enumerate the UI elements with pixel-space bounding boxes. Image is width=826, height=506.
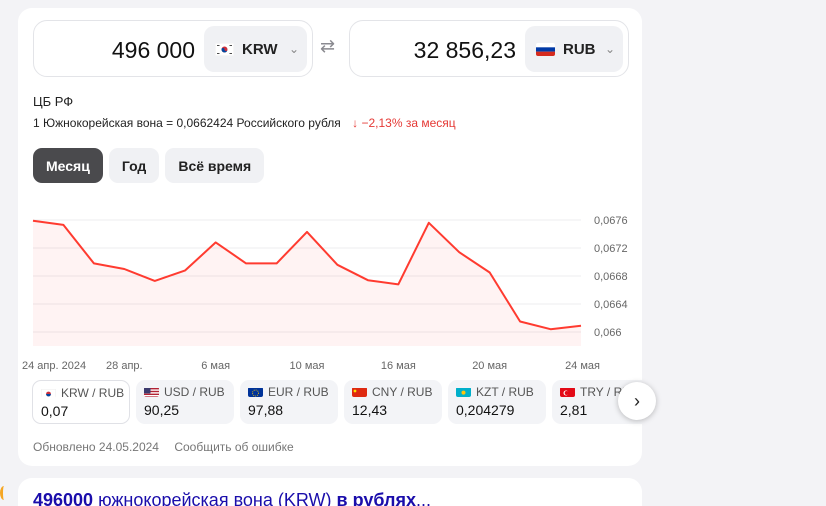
pair-label: EUR / RUB <box>268 385 329 399</box>
korea-flag-icon <box>41 388 56 398</box>
to-currency-code: RUB <box>563 40 596 58</box>
rate-source: ЦБ РФ <box>33 94 74 109</box>
pair-usd-rub[interactable]: USD / RUB 90,25 <box>136 380 234 424</box>
rate-description: 1 Южнокорейская вона = 0,0662424 Российс… <box>33 116 456 130</box>
tab-year[interactable]: Год <box>108 148 160 183</box>
y-tick-label: 0,0672 <box>594 243 628 255</box>
pair-label: KRW / RUB <box>61 386 125 400</box>
pair-value: 97,88 <box>248 402 284 418</box>
pair-krw-rub[interactable]: KRW / RUB 0,07 <box>32 380 130 424</box>
y-tick-label: 0,0668 <box>594 271 628 283</box>
currency-pairs-row: KRW / RUB 0,07 USD / RUB 90,25 EUR / RUB… <box>32 378 642 426</box>
pair-cny-rub[interactable]: CNY / RUB 12,43 <box>344 380 442 424</box>
arrow-down-icon: ↓ <box>352 116 359 130</box>
x-tick-label: 10 мая <box>290 360 325 372</box>
korea-flag-icon <box>215 42 234 56</box>
pair-value: 0,07 <box>41 403 69 419</box>
x-tick-label: 28 апр. <box>106 360 143 372</box>
pair-label: KZT / RUB <box>476 385 534 399</box>
updated-date: Обновлено 24.05.2024 <box>33 440 159 454</box>
y-tick-label: 0,0664 <box>594 299 628 311</box>
china-flag-icon <box>352 387 367 397</box>
russia-flag-icon <box>536 42 555 56</box>
tab-all-time[interactable]: Всё время <box>165 148 265 183</box>
pair-kzt-rub[interactable]: KZT / RUB 0,204279 <box>448 380 546 424</box>
to-amount-input[interactable]: 32 856,23 <box>414 37 516 64</box>
next-pairs-button[interactable]: › <box>618 382 656 420</box>
result-number: 496000 <box>33 490 94 506</box>
chevron-down-icon: ⌄ <box>604 42 615 56</box>
rate-change: ↓ −2,13% за месяц <box>352 116 456 130</box>
side-loader-icon <box>0 486 8 500</box>
x-tick-label: 24 апр. 2024 <box>22 360 86 372</box>
from-currency-code: KRW <box>242 40 278 58</box>
kazakhstan-flag-icon <box>456 387 471 397</box>
to-currency-select[interactable]: RUB ⌄ <box>525 26 623 72</box>
y-tick-label: 0,0676 <box>594 215 628 227</box>
currency-converter-card: 496 000 KRW ⌄ ⇄ 32 856,23 RUB ⌄ ЦБ РФ 1 … <box>18 8 656 466</box>
search-result-title[interactable]: 496000 южнокорейская вона (KRW) в рублях… <box>33 490 431 506</box>
rate-change-value: −2,13% <box>361 116 403 130</box>
pair-value: 0,204279 <box>456 402 515 418</box>
pair-label: CNY / RUB <box>372 385 433 399</box>
result-mid: южнокорейская вона (KRW) <box>93 490 337 506</box>
x-tick-label: 6 мая <box>201 360 230 372</box>
result-bold: в рублях <box>336 490 416 506</box>
eu-flag-icon <box>248 387 263 397</box>
converter-footer: Обновлено 24.05.2024 Сообщить об ошибке <box>33 440 306 454</box>
pair-eur-rub[interactable]: EUR / RUB 97,88 <box>240 380 338 424</box>
rate-change-period: за месяц <box>405 116 456 130</box>
turkey-flag-icon <box>560 387 575 397</box>
x-tick-label: 16 мая <box>381 360 416 372</box>
pair-value: 12,43 <box>352 402 388 418</box>
result-end: ... <box>416 490 432 506</box>
x-tick-label: 24 мая <box>565 360 600 372</box>
from-amount-input[interactable]: 496 000 <box>112 37 195 64</box>
report-error-link[interactable]: Сообщить об ошибке <box>174 440 293 454</box>
y-tick-label: 0,066 <box>594 327 622 339</box>
chevron-right-icon: › <box>634 390 640 411</box>
usa-flag-icon <box>144 387 159 397</box>
chevron-down-icon: ⌄ <box>288 42 299 56</box>
period-tabs: Месяц Год Всё время <box>33 148 265 183</box>
from-amount-box[interactable]: 496 000 KRW ⌄ <box>33 20 313 77</box>
to-amount-box[interactable]: 32 856,23 RUB ⌄ <box>349 20 629 77</box>
search-result-card: 496000 южнокорейская вона (KRW) в рублях… <box>18 478 642 506</box>
from-currency-select[interactable]: KRW ⌄ <box>204 26 307 72</box>
x-tick-label: 20 мая <box>472 360 507 372</box>
chart-area <box>33 220 581 346</box>
tab-month[interactable]: Месяц <box>33 148 103 183</box>
rate-text: 1 Южнокорейская вона = 0,0662424 Российс… <box>33 116 341 130</box>
swap-arrows-icon[interactable]: ⇄ <box>320 36 335 57</box>
pair-value: 90,25 <box>144 402 180 418</box>
pair-label: USD / RUB <box>164 385 225 399</box>
rate-line-chart[interactable]: 0,0676 0,0672 0,0668 0,0664 0,066 24 апр. 202… <box>18 198 642 378</box>
